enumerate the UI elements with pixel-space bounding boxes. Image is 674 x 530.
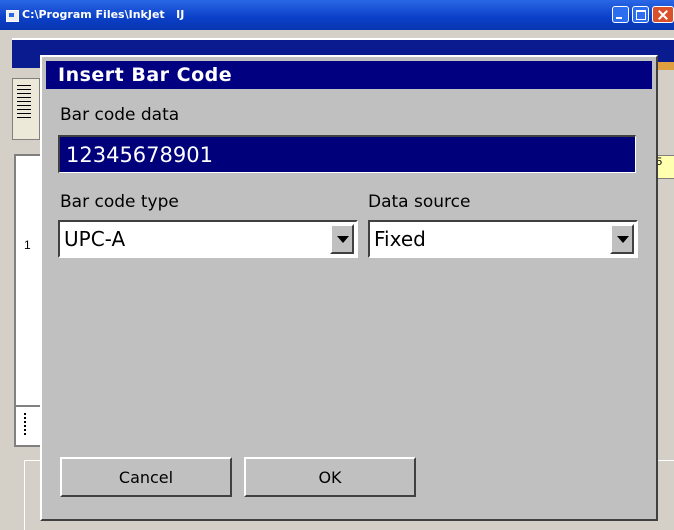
ok-button[interactable]: OK [244,457,416,497]
data-source-select[interactable]: Fixed [368,220,638,258]
data-source-label: Data source [368,192,471,212]
minimize-icon[interactable] [612,6,629,23]
barcode-type-value: UPC-A [64,227,126,251]
barcode-data-input[interactable]: 12345678901 [58,135,636,173]
background-app-indicator [656,62,674,70]
dotted-line-icon [24,413,26,437]
chevron-down-icon[interactable] [330,224,354,254]
app-icon [6,10,19,22]
cancel-button[interactable]: Cancel [60,457,232,497]
barcode-type-select[interactable]: UPC-A [58,220,358,258]
insert-barcode-dialog: Insert Bar Code Bar code data 1234567890… [40,55,658,521]
background-row-number: 1 [24,238,31,252]
list-icon [17,85,31,121]
close-icon[interactable] [652,6,674,23]
dialog-title: Insert Bar Code [46,61,652,89]
background-bottom-control[interactable] [14,405,42,447]
maximize-icon[interactable] [632,6,649,23]
outer-window-titlebar: C:\Program Files\InkJet IJ [0,0,674,30]
chevron-down-icon[interactable] [610,224,634,254]
barcode-data-label: Bar code data [60,105,180,125]
data-source-value: Fixed [374,227,426,251]
barcode-type-label: Bar code type [60,192,179,212]
background-toolbar-button[interactable] [12,78,40,140]
outer-window-title: C:\Program Files\InkJet IJ [22,8,185,21]
